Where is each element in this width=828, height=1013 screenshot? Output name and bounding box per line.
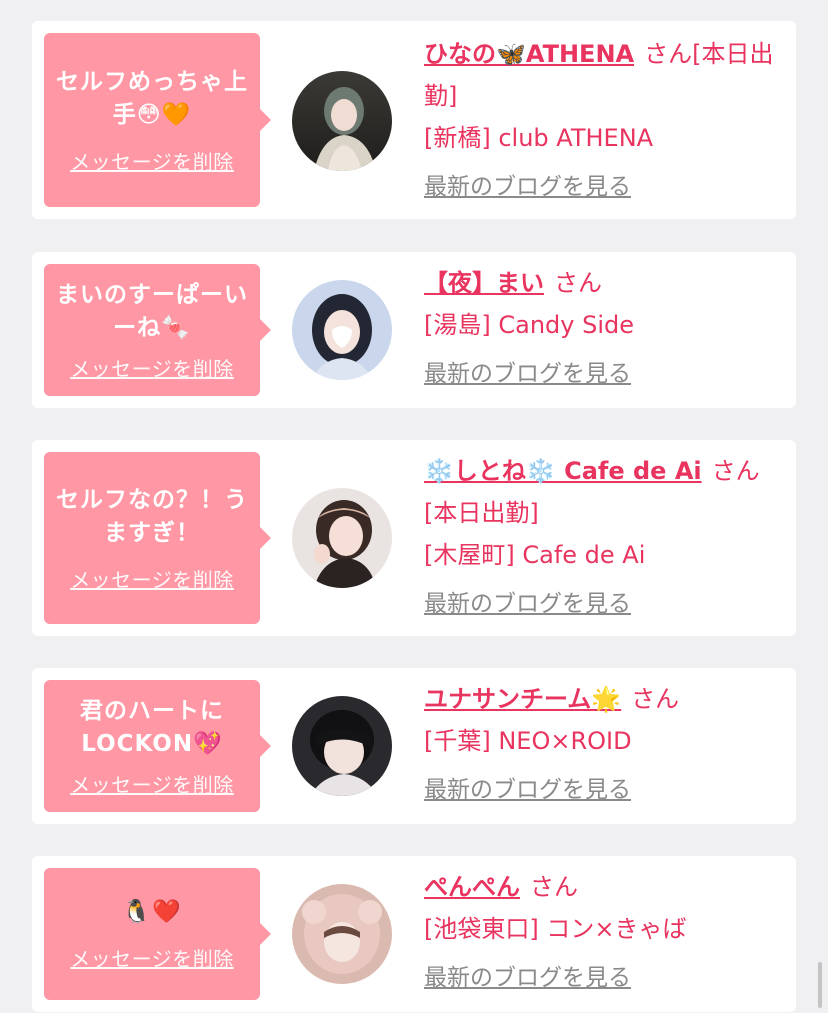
message-bubble: セルフめっちゃ上手😳🧡 メッセージを削除 [44,33,271,207]
scrollbar-thumb[interactable] [818,962,822,1008]
avatar[interactable] [292,488,392,588]
cast-name-line: ひなの🦋ATHENA さん[本日出勤] [424,33,784,117]
message-card: セルフなの？！うますぎ！ メッセージを削除 ❄️しとね❄️ Cafe de Ai… [32,440,796,636]
avatar[interactable] [292,71,392,171]
latest-blog-link[interactable]: 最新のブログを見る [424,958,631,992]
delete-message-link[interactable]: メッセージを削除 [70,943,234,972]
honorific: さん [554,269,602,297]
message-card: 君のハートにLOCKON💖 メッセージを削除 ユナサンチーム🌟 さん [千葉] N… [32,668,796,824]
message-bubble: 君のハートにLOCKON💖 メッセージを削除 [44,680,271,812]
cast-name-link[interactable]: ❄️しとね❄️ Cafe de Ai [424,457,702,485]
cast-info: ユナサンチーム🌟 さん [千葉] NEO×ROID 最新のブログを見る [424,678,784,804]
cast-info: ひなの🦋ATHENA さん[本日出勤] [新橋] club ATHENA 最新のブ… [424,33,784,201]
message-bubble: セルフなの？！うますぎ！ メッセージを削除 [44,452,271,624]
cast-info: 【夜】まい さん [湯島] Candy Side 最新のブログを見る [424,262,784,388]
shop-text: [新橋] club ATHENA [424,124,654,152]
latest-blog-link[interactable]: 最新のブログを見る [424,584,631,618]
avatar[interactable] [292,696,392,796]
shop-text: [木屋町] Cafe de Ai [424,541,646,569]
shop-text: [千葉] NEO×ROID [424,727,632,755]
cast-info: ❄️しとね❄️ Cafe de Ai さん [本日出勤] [木屋町] Cafe d… [424,450,784,618]
shop-text: [池袋東口] コン×きゃば [424,915,687,943]
avatar[interactable] [292,280,392,380]
cast-name-line: ❄️しとね❄️ Cafe de Ai さん [424,450,784,492]
message-text: まいのすーぱーいーね🍬 [56,281,248,341]
honorific: さん [711,457,760,485]
message-text: 君のハートにLOCKON💖 [80,697,224,757]
cast-name-link[interactable]: 【夜】まい [424,269,544,297]
cast-name-line: ぺんぺん さん [424,866,784,908]
cast-name-line: 【夜】まい さん [424,262,784,304]
message-bubble: 🐧❤️ メッセージを削除 [44,868,271,1000]
status-text: [本日出勤] [424,499,539,527]
message-text: セルフめっちゃ上手😳🧡 [56,68,248,128]
delete-message-link[interactable]: メッセージを削除 [70,769,234,798]
message-card: 🐧❤️ メッセージを削除 ぺんぺん さん [池袋東口] コン×きゃば 最新のブログ… [32,856,796,1012]
latest-blog-link[interactable]: 最新のブログを見る [424,770,631,804]
shop-text: [湯島] Candy Side [424,311,634,339]
message-text: 🐧❤️ [122,899,182,925]
message-text: セルフなの？！うますぎ！ [56,486,248,546]
avatar[interactable] [292,884,392,984]
cast-name-link[interactable]: ぺんぺん [424,873,520,901]
latest-blog-link[interactable]: 最新のブログを見る [424,354,631,388]
cast-name-link[interactable]: ユナサンチーム🌟 [424,685,621,713]
cast-info: ぺんぺん さん [池袋東口] コン×きゃば 最新のブログを見る [424,866,784,992]
honorific: さん [644,40,693,68]
message-card: セルフめっちゃ上手😳🧡 メッセージを削除 ひなの🦋ATHENA さん[本日出勤] … [32,21,796,219]
honorific: さん [631,685,680,713]
delete-message-link[interactable]: メッセージを削除 [70,564,234,593]
cast-name-line: ユナサンチーム🌟 さん [424,678,784,720]
message-card: まいのすーぱーいーね🍬 メッセージを削除 【夜】まい さん [湯島] Candy … [32,252,796,408]
latest-blog-link[interactable]: 最新のブログを見る [424,167,631,201]
message-bubble: まいのすーぱーいーね🍬 メッセージを削除 [44,264,271,396]
honorific: さん [530,873,578,901]
delete-message-link[interactable]: メッセージを削除 [70,353,234,382]
cast-name-link[interactable]: ひなの🦋ATHENA [424,40,634,68]
delete-message-link[interactable]: メッセージを削除 [70,146,234,175]
